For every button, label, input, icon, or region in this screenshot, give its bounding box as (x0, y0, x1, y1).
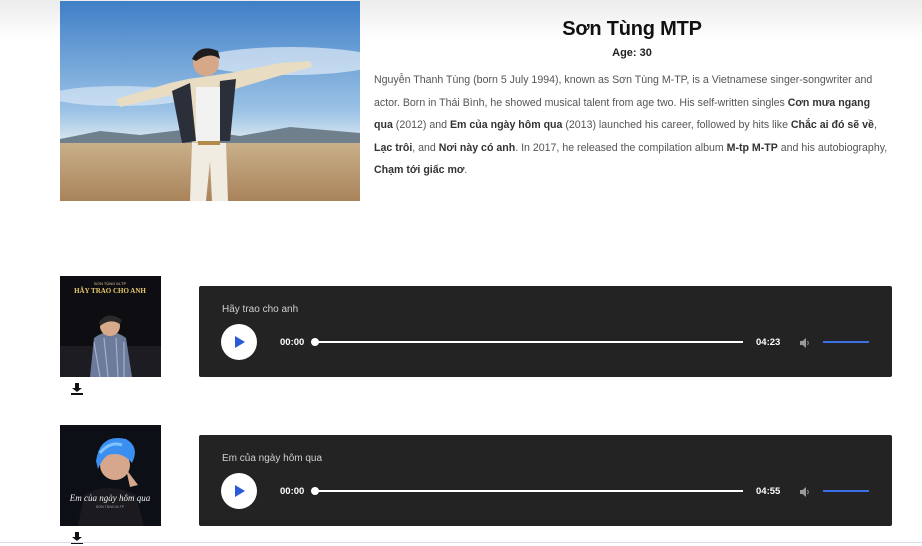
cover-artist-text: SƠN TÙNG M-TP (96, 505, 125, 509)
audio-player: Em của ngày hôm qua 00:00 04:55 (199, 435, 892, 526)
track-item: Em của ngày hôm qua SƠN TÙNG M-TP Em của… (60, 425, 892, 544)
artist-age: Age: 30 (612, 47, 652, 59)
bio-highlight: Em của ngày hôm qua (449, 119, 563, 132)
artist-name: Sơn Tùng MTP (562, 18, 702, 40)
bio-highlight: Chắc ai đó sẽ về (790, 119, 874, 132)
seek-knob[interactable] (311, 338, 319, 346)
volume-slider[interactable] (823, 490, 869, 492)
play-icon (235, 485, 245, 497)
bottom-divider (0, 542, 922, 543)
track-title: Em của ngày hôm qua (222, 453, 323, 464)
cover-title-text: HÃY TRAO CHO ANH (74, 287, 146, 295)
track-cover: SƠN TÙNG M-TP HÃY TRAO CHO ANH (60, 276, 161, 377)
bio-highlight: M-tp M-TP (726, 141, 778, 154)
bio-text: (2013) launched his career, followed by … (562, 119, 791, 132)
seek-bar[interactable] (311, 338, 743, 346)
cover-title-text: Em của ngày hôm qua (69, 493, 151, 503)
bio-text: . (464, 164, 468, 177)
seek-knob[interactable] (311, 487, 319, 495)
volume-icon[interactable] (799, 485, 811, 497)
current-time: 00:00 (280, 337, 305, 348)
seek-bar[interactable] (311, 487, 743, 495)
bio-highlight: Chạm tới giấc mơ (374, 164, 465, 177)
bio-highlight: Nơi này có anh (438, 141, 516, 154)
cover-artist-text: SƠN TÙNG M-TP (94, 281, 127, 286)
bio-text: and his autobiography, (777, 141, 888, 154)
track-cover: Em của ngày hôm qua SƠN TÙNG M-TP (60, 425, 161, 526)
artist-bio: Nguyễn Thanh Tùng (born 5 July 1994), kn… (374, 69, 890, 182)
track-item: SƠN TÙNG M-TP HÃY TRAO CHO ANH Hãy trao … (60, 276, 892, 395)
bio-text: (2012) and (392, 119, 450, 132)
bio-highlight: Lạc trôi (374, 141, 413, 154)
duration: 04:23 (756, 337, 781, 348)
current-time: 00:00 (280, 486, 305, 497)
bio-text: . In 2017, he released the compilation a… (515, 141, 727, 154)
download-icon[interactable] (70, 382, 84, 396)
artist-photo (60, 1, 360, 201)
audio-player: Hãy trao cho anh 00:00 04:23 (199, 286, 892, 377)
play-button[interactable] (221, 324, 257, 360)
volume-slider[interactable] (823, 341, 869, 343)
play-button[interactable] (221, 473, 257, 509)
play-icon (235, 336, 245, 348)
bio-text: , and (412, 141, 439, 154)
bio-text: , (873, 119, 877, 132)
volume-icon[interactable] (799, 336, 811, 348)
artist-info: Sơn Tùng MTP Age: 30 Nguyễn Thanh Tùng (… (374, 18, 890, 182)
duration: 04:55 (756, 486, 781, 497)
track-title: Hãy trao cho anh (222, 304, 299, 315)
